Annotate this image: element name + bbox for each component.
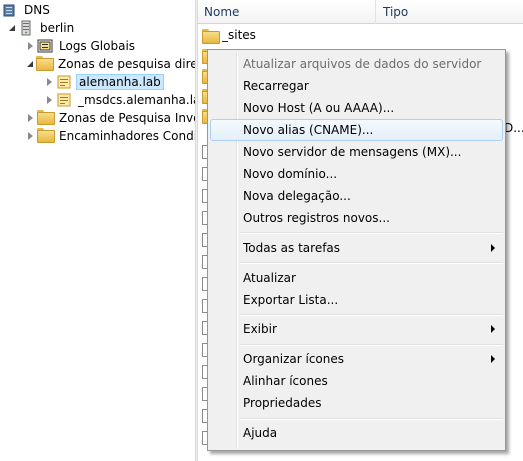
list-header: Nome Tipo [198, 0, 523, 24]
tree-node-forward-zones[interactable]: Zonas de pesquisa direta [26, 55, 195, 73]
context-menu: Atualizar arquivos de dados do servidor … [207, 49, 506, 451]
tree-label: Zonas de pesquisa direta [58, 57, 195, 71]
collapsed-arrow-icon[interactable] [28, 42, 33, 50]
menu-item-all-tasks[interactable]: Todas as tarefas [210, 237, 503, 259]
folder-icon [37, 128, 55, 144]
submenu-arrow-icon [491, 355, 495, 363]
dns-icon [2, 2, 18, 18]
folder-icon [202, 28, 220, 44]
menu-item-new-alias[interactable]: Novo alias (CNAME)... [210, 119, 503, 141]
collapsed-arrow-icon[interactable] [47, 96, 52, 104]
menu-item-update-server-files: Atualizar arquivos de dados do servidor [243, 57, 482, 71]
menu-separator [240, 314, 503, 316]
folder-icon [36, 56, 54, 72]
menu-item-new-domain[interactable]: Novo domínio... [210, 163, 503, 185]
tree-label: Zonas de Pesquisa Inversa [59, 111, 195, 125]
menu-item-new-mail-exchanger[interactable]: Novo servidor de mensagens (MX)... [210, 141, 503, 163]
tree-node-berlin[interactable]: berlin [8, 19, 76, 37]
menu-separator [240, 344, 503, 346]
submenu-arrow-icon [491, 325, 495, 333]
menu-item-refresh[interactable]: Atualizar [210, 267, 503, 289]
console-tree: DNS berlin Logs Globais Zonas de pesquis… [0, 0, 195, 461]
menu-item-label: Exibir [243, 322, 277, 336]
folder-icon [37, 110, 55, 126]
menu-item-export-list[interactable]: Exportar Lista... [210, 289, 503, 311]
tree-label-server: berlin [40, 21, 75, 35]
tree-label: alemanha.lab [76, 74, 164, 90]
log-icon [37, 38, 53, 54]
list-item-name: _sites [222, 28, 256, 42]
menu-separator [240, 232, 503, 234]
tree-label-dns: DNS [24, 3, 50, 17]
expanded-arrow-icon[interactable] [27, 61, 33, 67]
tree-node-dns[interactable]: DNS [2, 1, 52, 19]
menu-item-new-host[interactable]: Novo Host (A ou AAAA)... [210, 97, 503, 119]
menu-separator [240, 262, 503, 264]
list-item-type: D... [504, 121, 523, 135]
tree-node-conditional-forwarders[interactable]: Encaminhadores Condicionais [26, 127, 195, 145]
collapsed-arrow-icon[interactable] [47, 78, 52, 86]
collapsed-arrow-icon[interactable] [28, 132, 33, 140]
menu-item-reload[interactable]: Recarregar [210, 75, 503, 97]
menu-item-line-up-icons[interactable]: Alinhar ícones [210, 370, 503, 392]
menu-item-view[interactable]: Exibir [210, 318, 503, 340]
submenu-arrow-icon [491, 244, 495, 252]
tree-node-reverse-zones[interactable]: Zonas de Pesquisa Inversa [26, 109, 195, 127]
tree-label: Logs Globais [59, 39, 136, 53]
column-header-tipo[interactable]: Tipo [377, 0, 523, 24]
expanded-arrow-icon[interactable] [9, 25, 15, 31]
server-icon [18, 20, 34, 36]
column-header-nome[interactable]: Nome [198, 0, 376, 24]
tree-label: Encaminhadores Condicionais [59, 129, 195, 143]
zone-icon [56, 92, 72, 108]
menu-item-new-delegation[interactable]: Nova delegação... [210, 185, 503, 207]
tree-node-alemanha-lab[interactable]: alemanha.lab [45, 73, 164, 91]
tree-node-msdcs[interactable]: _msdcs.alemanha.lab [45, 91, 195, 109]
menu-item-arrange-icons[interactable]: Organizar ícones [210, 348, 503, 370]
list-item[interactable]: _sites [202, 25, 256, 45]
zone-icon [56, 74, 72, 90]
tree-node-logs-globais[interactable]: Logs Globais [26, 37, 137, 55]
menu-item-label: Organizar ícones [243, 352, 344, 366]
collapsed-arrow-icon[interactable] [28, 114, 33, 122]
tree-label: _msdcs.alemanha.lab [78, 93, 195, 107]
menu-item-help[interactable]: Ajuda [210, 422, 503, 444]
menu-separator [240, 418, 503, 420]
menu-item-other-new-records[interactable]: Outros registros novos... [210, 207, 503, 229]
menu-item-label: Todas as tarefas [243, 241, 341, 255]
menu-item-properties[interactable]: Propriedades [210, 392, 503, 414]
